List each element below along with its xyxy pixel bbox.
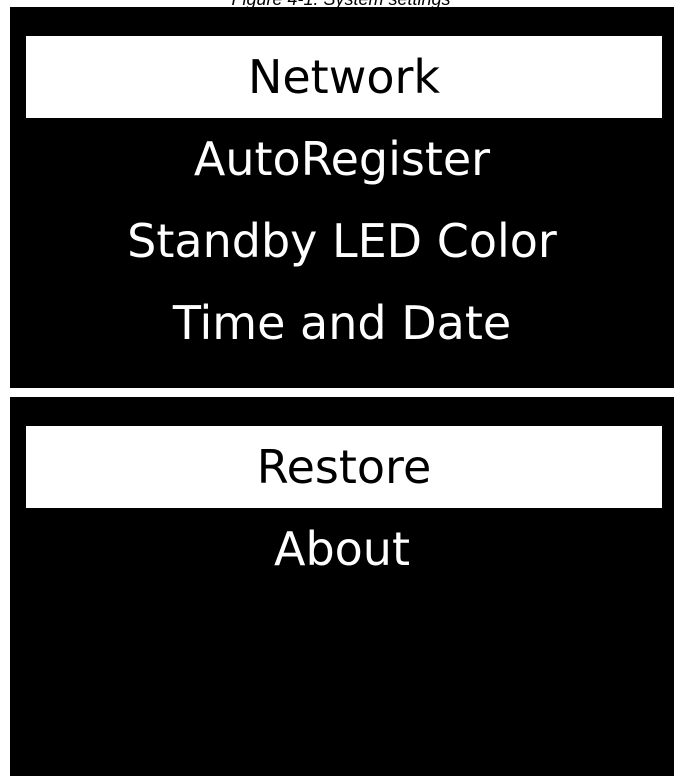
menu-item-time-and-date[interactable]: Time and Date: [10, 282, 674, 364]
menu-item-autoregister[interactable]: AutoRegister: [10, 118, 674, 200]
menu-item-network[interactable]: Network: [26, 36, 662, 118]
menu-item-restore[interactable]: Restore: [26, 426, 662, 508]
menu-item-standby-led-color[interactable]: Standby LED Color: [10, 200, 674, 282]
settings-menu-screen-page-2: Restore About: [10, 397, 674, 776]
menu-item-about[interactable]: About: [10, 508, 674, 590]
settings-menu-screen-page-1: Network AutoRegister Standby LED Color T…: [10, 7, 674, 388]
